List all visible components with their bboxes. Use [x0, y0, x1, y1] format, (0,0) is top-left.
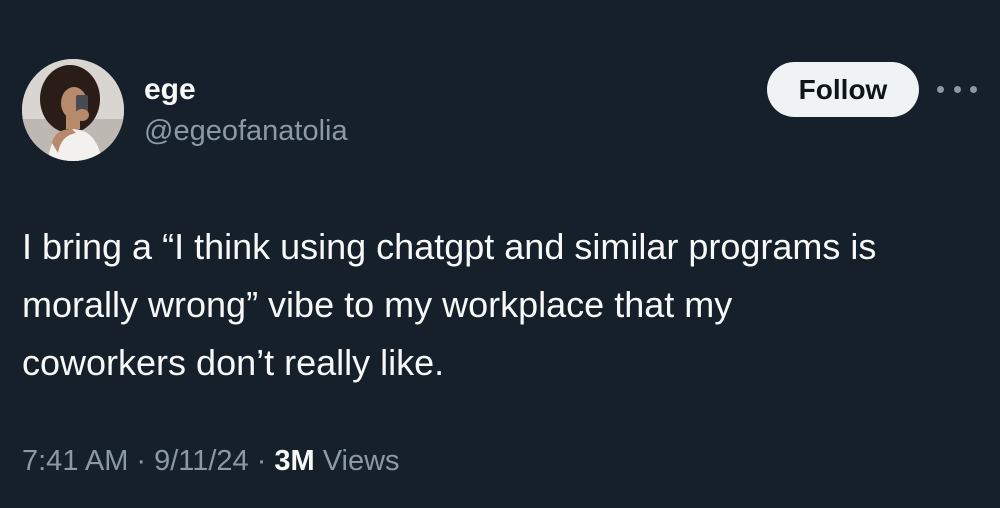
author-handle[interactable]: @egeofanatolia — [144, 113, 348, 149]
author-display-name[interactable]: ege — [144, 72, 196, 108]
meta-separator: · — [136, 445, 147, 477]
avatar-image — [22, 59, 124, 161]
tweet-time[interactable]: 7:41 AM — [22, 445, 128, 477]
tweet-meta: 7:41 AM · 9/11/24 · 3M Views — [22, 441, 400, 481]
more-horizontal-icon[interactable] — [937, 79, 977, 99]
tweet-text: I bring a “I think using chatgpt and sim… — [22, 226, 877, 383]
avatar[interactable] — [22, 59, 124, 161]
tweet-date[interactable]: 9/11/24 — [154, 445, 249, 477]
views-count[interactable]: 3M — [274, 445, 314, 477]
more-dot — [953, 85, 961, 93]
tweet-card: ege @egeofanatolia Follow I bring a “I t… — [0, 0, 1000, 508]
more-dot — [937, 85, 944, 93]
views-label: Views — [322, 445, 400, 477]
follow-button[interactable]: Follow — [767, 62, 919, 117]
more-dot — [970, 85, 977, 93]
meta-separator: · — [256, 445, 267, 477]
